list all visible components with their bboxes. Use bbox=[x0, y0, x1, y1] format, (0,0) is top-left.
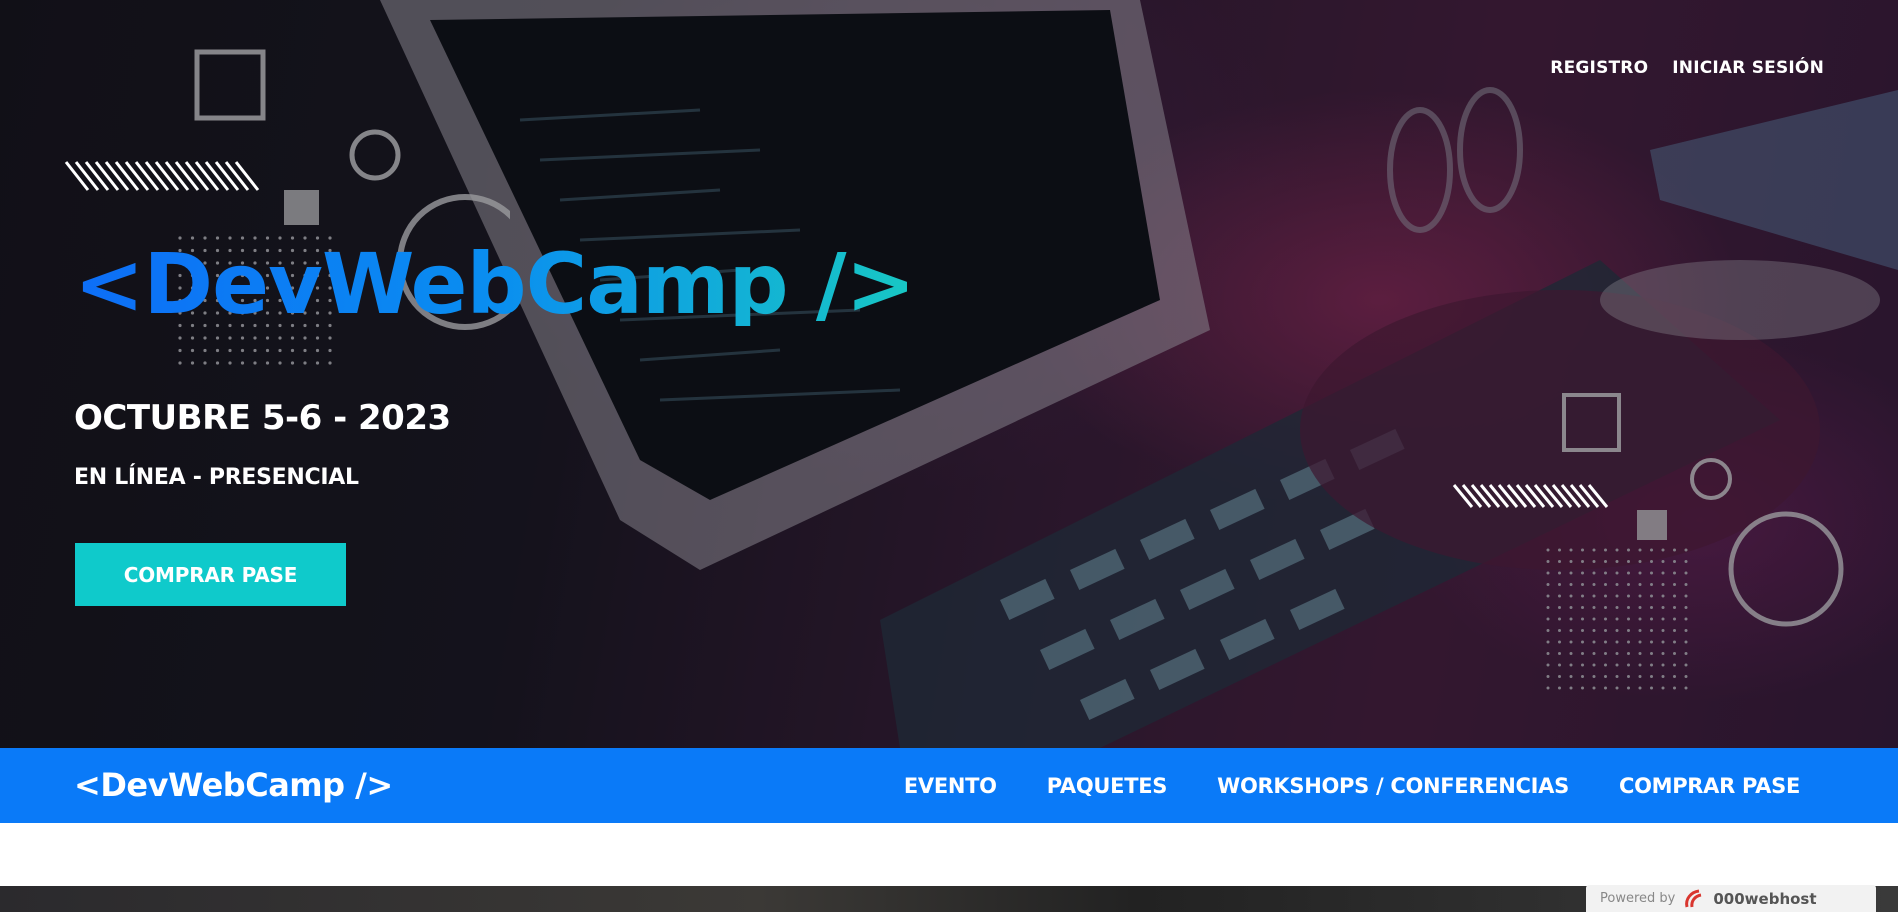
top-header-links: REGISTRO INICIAR SESIÓN bbox=[1550, 58, 1824, 78]
powered-by-brand: 000webhost bbox=[1713, 889, 1817, 908]
powered-by-text: Powered by bbox=[1600, 891, 1676, 906]
nav-item-workshops[interactable]: WORKSHOPS / CONFERENCIAS bbox=[1217, 774, 1569, 798]
nav-item-comprar-pase[interactable]: COMPRAR PASE bbox=[1619, 774, 1800, 798]
navbar-links: EVENTO PAQUETES WORKSHOPS / CONFERENCIAS… bbox=[904, 774, 1800, 798]
login-link[interactable]: INICIAR SESIÓN bbox=[1672, 58, 1824, 78]
webhost-logo-icon bbox=[1685, 889, 1702, 907]
nav-item-paquetes[interactable]: PAQUETES bbox=[1047, 774, 1168, 798]
buy-pass-button[interactable]: COMPRAR PASE bbox=[75, 543, 346, 606]
hero-logo[interactable]: <DevWebCamp /> bbox=[74, 242, 916, 326]
navbar-logo[interactable]: <DevWebCamp /> bbox=[74, 766, 393, 804]
hero-section: REGISTRO INICIAR SESIÓN <DevWebCamp /> O… bbox=[0, 0, 1898, 748]
decorative-shapes-right bbox=[1452, 393, 1844, 690]
nav-item-evento[interactable]: EVENTO bbox=[904, 774, 997, 798]
main-navbar: <DevWebCamp /> EVENTO PAQUETES WORKSHOPS… bbox=[0, 748, 1898, 823]
event-mode: EN LÍNEA - PRESENCIAL bbox=[74, 465, 359, 490]
register-link[interactable]: REGISTRO bbox=[1550, 58, 1648, 78]
event-date: OCTUBRE 5-6 - 2023 bbox=[74, 398, 451, 438]
powered-by-badge[interactable]: Powered by 000webhost bbox=[1586, 885, 1876, 912]
